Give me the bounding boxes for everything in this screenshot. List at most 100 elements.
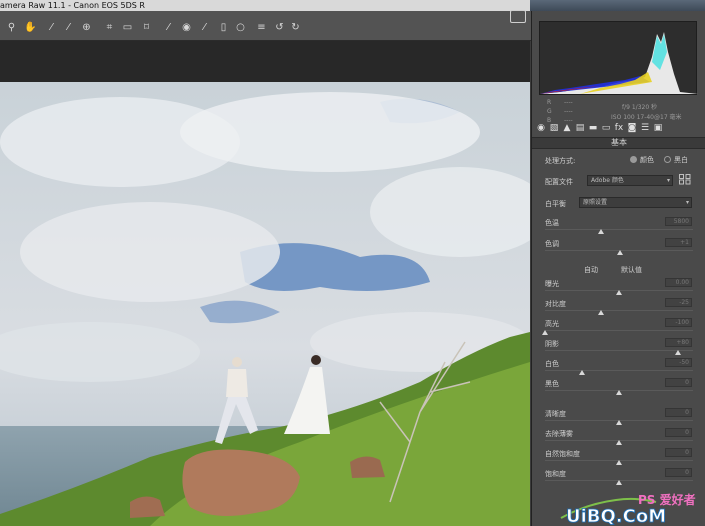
color-sampler-icon[interactable]: ⁄: [63, 22, 74, 33]
zoom-tool-icon[interactable]: ⚲: [6, 22, 17, 33]
profile-select[interactable]: Adobe 颜色 ▾: [587, 175, 673, 186]
slider-highlights-value[interactable]: -100: [665, 318, 692, 327]
histogram: [539, 21, 698, 95]
slider-tint-thumb[interactable]: [617, 250, 624, 255]
treatment-bw-radio[interactable]: [664, 156, 671, 163]
slider-highlights-label: 高光: [545, 320, 559, 328]
adjustment-brush-icon[interactable]: ⁄: [199, 22, 210, 33]
slider-whites-value[interactable]: -50: [665, 358, 692, 367]
slider-exposure-value[interactable]: 0.00: [665, 278, 692, 287]
slider-temp-thumb[interactable]: [598, 229, 605, 234]
slider-saturation-label: 饱和度: [545, 470, 566, 478]
canvas-top-strip: [0, 41, 530, 82]
slider-texture-thumb[interactable]: [616, 420, 622, 425]
basic-section-title: 基本: [532, 137, 705, 149]
slider-exposure-label: 曝光: [545, 280, 559, 288]
transform-tool-icon[interactable]: ⌑: [141, 22, 152, 33]
tone-curve-tab-icon[interactable]: ▧: [549, 123, 559, 133]
profile-label: 配置文件: [545, 178, 573, 186]
straighten-tool-icon[interactable]: ▭: [122, 22, 133, 33]
slider-saturation-value[interactable]: 0: [665, 468, 692, 477]
effects-tab-icon[interactable]: fx: [614, 123, 624, 133]
slider-texture-label: 清晰度: [545, 410, 566, 418]
slider-dehaze-label: 去除薄雾: [545, 430, 573, 438]
chevron-down-icon: ▾: [685, 199, 689, 206]
targeted-adjust-icon[interactable]: ⊕: [81, 22, 92, 33]
slider-tint-label: 色调: [545, 240, 559, 248]
spot-removal-icon[interactable]: ⁄: [163, 22, 174, 33]
slider-texture-value[interactable]: 0: [665, 408, 692, 417]
slider-contrast-value[interactable]: -25: [665, 298, 692, 307]
slider-whites-track[interactable]: [545, 370, 693, 371]
slider-vibrance-label: 自然饱和度: [545, 450, 580, 458]
slider-dehaze-value[interactable]: 0: [665, 428, 692, 437]
radial-filter-icon[interactable]: ○: [235, 22, 246, 33]
crop-tool-icon[interactable]: ⌗: [104, 22, 115, 33]
slider-shadows-thumb[interactable]: [675, 350, 682, 355]
lens-info: ISO 100 17-40@17 毫米: [611, 114, 682, 121]
profile-browser-icon[interactable]: [679, 174, 691, 185]
slider-contrast-thumb[interactable]: [598, 310, 605, 315]
slider-shadows-label: 阴影: [545, 340, 559, 348]
slider-temp-value[interactable]: 5800: [665, 217, 692, 226]
slider-exposure-thumb[interactable]: [616, 290, 622, 295]
watermark-brand: PS 爱好者: [638, 492, 696, 507]
default-link[interactable]: 默认值: [621, 265, 642, 275]
red-eye-icon[interactable]: ◉: [181, 22, 192, 33]
slider-whites-thumb[interactable]: [579, 370, 585, 375]
white-balance-tool-icon[interactable]: ⁄: [46, 22, 57, 33]
profile-select-value: Adobe 颜色: [591, 177, 624, 184]
camera-calibration-tab-icon[interactable]: ◙: [627, 123, 637, 133]
rotate-right-icon[interactable]: ↻: [290, 22, 301, 33]
snapshots-tab-icon[interactable]: ▣: [653, 123, 663, 133]
panel-tabs: ◉ ▧ ▲ ▤ ▬ ▭ fx ◙ ☰ ▣: [536, 122, 702, 136]
watermark: PS 爱好者 UiBQ.CoM: [556, 484, 705, 526]
readout-g-label: G: [547, 108, 552, 115]
window-title-bar: amera Raw 11.1 - Canon EOS 5DS R: [0, 0, 705, 11]
readout-g-value: ----: [564, 108, 573, 115]
slider-dehaze-thumb[interactable]: [616, 440, 622, 445]
lens-tab-icon[interactable]: ▭: [601, 123, 611, 133]
slider-blacks-thumb[interactable]: [616, 390, 622, 395]
hsl-tab-icon[interactable]: ▤: [575, 123, 585, 133]
watermark-site: UiBQ.CoM: [566, 506, 666, 526]
treatment-bw-label: 黑白: [674, 156, 688, 164]
split-toning-tab-icon[interactable]: ▬: [588, 123, 598, 133]
preferences-icon[interactable]: ≡: [256, 22, 267, 33]
treatment-color-radio[interactable]: [630, 156, 637, 163]
settings-panel: R ---- G ---- B ---- f/9 1/320 秒 ISO 100…: [531, 11, 705, 526]
treatment-label: 处理方式:: [545, 157, 576, 165]
detail-tab-icon[interactable]: ▲: [562, 123, 572, 133]
window-title: amera Raw 11.1 - Canon EOS 5DS R: [0, 1, 145, 10]
slider-shadows-track[interactable]: [545, 350, 693, 351]
presets-tab-icon[interactable]: ☰: [640, 123, 650, 133]
white-balance-label: 白平衡: [545, 200, 566, 208]
slider-highlights-thumb[interactable]: [542, 330, 548, 335]
slider-shadows-value[interactable]: +80: [665, 338, 692, 347]
window-title-bar-right: [530, 0, 705, 11]
slider-temp-track[interactable]: [545, 229, 693, 230]
slider-highlights-track[interactable]: [545, 330, 693, 331]
treatment-color-label: 颜色: [640, 156, 654, 164]
slider-contrast-track[interactable]: [545, 310, 693, 311]
white-balance-select-value: 原照设置: [583, 199, 608, 206]
slider-blacks-label: 黑色: [545, 380, 559, 388]
slider-vibrance-value[interactable]: 0: [665, 448, 692, 457]
readout-r-value: ----: [564, 99, 573, 106]
slider-vibrance-thumb[interactable]: [616, 460, 622, 465]
rotate-left-icon[interactable]: ↺: [274, 22, 285, 33]
image-preview[interactable]: [0, 82, 530, 526]
slider-temp-label: 色温: [545, 219, 559, 227]
exposure-info: f/9 1/320 秒: [622, 104, 658, 111]
auto-link[interactable]: 自动: [584, 265, 598, 275]
slider-contrast-label: 对比度: [545, 300, 566, 308]
white-balance-select[interactable]: 原照设置 ▾: [579, 197, 692, 208]
fullscreen-toggle-icon[interactable]: [510, 10, 526, 23]
basic-tab-icon[interactable]: ◉: [536, 123, 546, 133]
hand-tool-icon[interactable]: ✋: [24, 22, 36, 33]
slider-blacks-value[interactable]: 0: [665, 378, 692, 387]
slider-tint-value[interactable]: +1: [665, 238, 692, 247]
graduated-filter-icon[interactable]: ▯: [218, 22, 229, 33]
chevron-down-icon: ▾: [666, 177, 670, 184]
readout-r-label: R: [547, 99, 552, 106]
